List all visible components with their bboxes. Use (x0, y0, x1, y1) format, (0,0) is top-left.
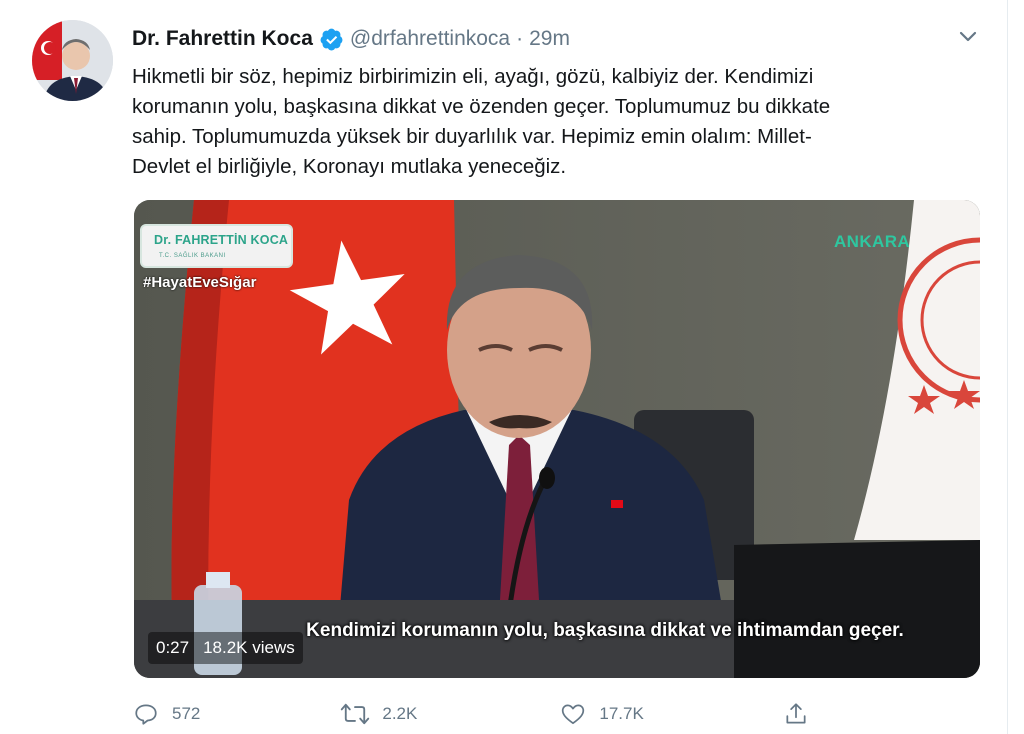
tweet-text-line: Hikmetli bir söz, hepimiz birbirimizin e… (132, 65, 814, 88)
verified-badge-icon (319, 27, 344, 52)
reply-button[interactable]: 572 (132, 701, 200, 727)
action-bar: 572 2.2K 17.7K (132, 700, 810, 728)
video-info-overlay: 0:27 18.2K views (148, 632, 303, 664)
timestamp[interactable]: 29m (529, 27, 570, 51)
tweet-card[interactable]: Dr. Fahrettin Koca @drfahrettinkoca · 29… (0, 0, 1008, 734)
retweet-icon (340, 701, 370, 727)
retweet-count: 2.2K (382, 704, 418, 723)
badge-subtitle: T.C. SAĞLIK BAKANI (159, 253, 226, 259)
like-icon (559, 701, 587, 727)
tweet-text-line: korumanın yolu, başkasına dikkat ve özen… (132, 95, 831, 118)
author-name[interactable]: Dr. Fahrettin Koca (132, 27, 313, 51)
tweet-text: Hikmetli bir söz, hepimiz birbirimizin e… (132, 62, 992, 182)
like-button[interactable]: 17.7K (559, 701, 644, 727)
share-icon (782, 701, 810, 727)
share-button[interactable] (782, 701, 810, 727)
location-label: ANKARA (834, 232, 911, 251)
avatar[interactable] (32, 20, 113, 101)
tweet-text-line: Devlet el birliğiyle, Koronayı mutlaka y… (132, 155, 567, 178)
channel-badge: Dr. FAHRETTİN KOCA T.C. SAĞLIK BAKANI (140, 224, 293, 268)
chevron-down-icon[interactable] (956, 28, 980, 46)
reply-count: 572 (172, 704, 201, 723)
retweet-button[interactable]: 2.2K (340, 701, 417, 727)
video-views: 18.2K views (203, 638, 295, 657)
video-frame (134, 200, 980, 678)
tweet-header: Dr. Fahrettin Koca @drfahrettinkoca · 29… (132, 22, 570, 56)
video-hashtag: #HayatEveSığar (143, 274, 257, 291)
video-elapsed: 0:27 (156, 638, 190, 657)
like-count: 17.7K (599, 704, 644, 723)
avatar-image (32, 20, 113, 101)
author-handle[interactable]: @drfahrettinkoca (350, 27, 510, 51)
video-player[interactable]: Dr. FAHRETTİN KOCA T.C. SAĞLIK BAKANI #H… (134, 200, 980, 678)
badge-name: Dr. FAHRETTİN KOCA (154, 233, 289, 247)
separator-dot: · (516, 27, 524, 50)
tweet-text-line: sahip. Toplumumuzda yüksek bir duyarlılı… (132, 125, 812, 148)
reply-icon (132, 701, 160, 727)
